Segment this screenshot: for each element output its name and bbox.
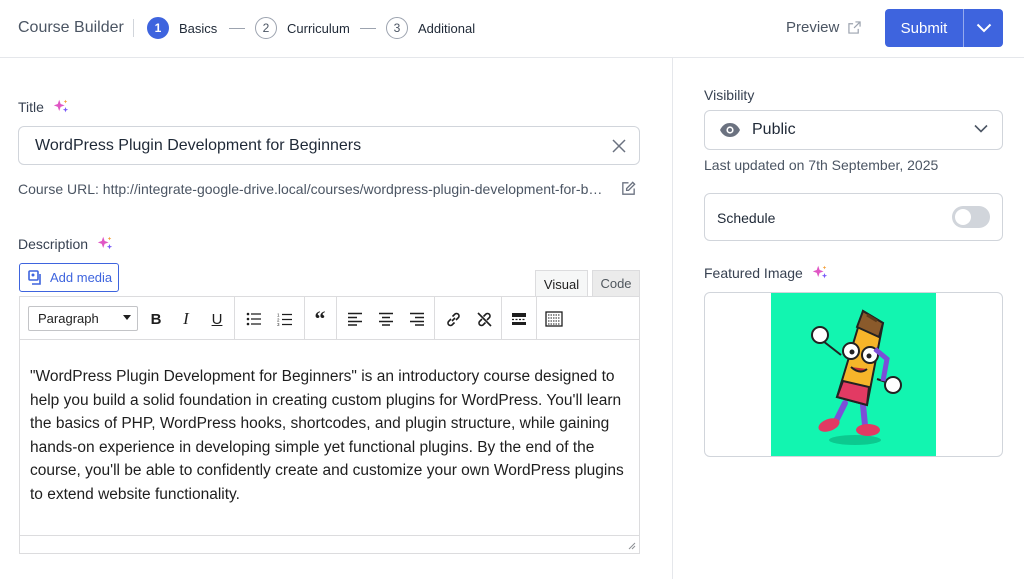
description-editor: Paragraph B I U 123 “ "WordPress Plugin … <box>19 296 640 554</box>
unlink-icon[interactable] <box>472 307 496 331</box>
featured-image-label-text: Featured Image <box>704 265 803 281</box>
blockquote-icon[interactable]: “ <box>308 306 332 331</box>
svg-text:3: 3 <box>277 322 280 326</box>
step-label: Basics <box>179 20 218 36</box>
chevron-down-icon <box>976 23 991 33</box>
step-connector <box>229 28 245 29</box>
ai-sparkle-icon[interactable] <box>811 264 829 282</box>
toolbar-separator <box>434 297 435 339</box>
align-right-icon[interactable] <box>405 307 429 331</box>
step-number: 2 <box>255 17 277 39</box>
media-icon <box>28 270 41 285</box>
visibility-value: Public <box>752 121 796 138</box>
toolbar-separator <box>304 297 305 339</box>
format-select[interactable]: Paragraph <box>28 306 138 331</box>
last-updated-text: Last updated on 7th September, 2025 <box>704 157 939 173</box>
align-center-icon[interactable] <box>374 307 398 331</box>
toggle-knob <box>955 209 971 225</box>
title-label-text: Title <box>18 99 44 115</box>
read-more-icon[interactable] <box>507 307 531 331</box>
external-link-icon <box>848 21 862 34</box>
toolbar-toggle-icon[interactable] <box>542 307 566 331</box>
schedule-toggle[interactable] <box>952 206 990 228</box>
pencil-mascot-illustration <box>811 309 902 445</box>
caret-down-icon <box>123 315 131 320</box>
toolbar-separator <box>536 297 537 339</box>
resize-handle-icon[interactable] <box>626 540 636 550</box>
title-divider <box>133 19 134 37</box>
step-curriculum[interactable]: 2 Curriculum <box>255 17 350 39</box>
underline-icon[interactable]: U <box>205 307 229 331</box>
add-media-label: Add media <box>50 270 113 285</box>
submit-options-button[interactable] <box>964 9 1003 47</box>
toolbar-separator <box>234 297 235 339</box>
top-bar: Course Builder 1 Basics 2 Curriculum 3 A… <box>0 0 1024 58</box>
ai-sparkle-icon[interactable] <box>52 98 70 116</box>
link-icon[interactable] <box>441 307 465 331</box>
tab-code[interactable]: Code <box>592 270 640 297</box>
step-connector <box>360 28 376 29</box>
ai-sparkle-icon[interactable] <box>96 235 114 253</box>
align-left-icon[interactable] <box>343 307 367 331</box>
bold-icon[interactable]: B <box>144 307 168 331</box>
featured-image-label: Featured Image <box>704 264 829 282</box>
description-label-text: Description <box>18 236 89 252</box>
description-label: Description <box>18 235 114 253</box>
title-label: Title <box>18 98 70 116</box>
description-content[interactable]: "WordPress Plugin Development for Beginn… <box>30 365 630 506</box>
tab-visual[interactable]: Visual <box>535 270 588 297</box>
format-select-value: Paragraph <box>38 311 99 326</box>
step-label: Additional <box>418 20 476 36</box>
step-number: 3 <box>386 17 408 39</box>
close-icon[interactable] <box>611 138 627 154</box>
title-input[interactable]: WordPress Plugin Development for Beginne… <box>18 126 640 165</box>
schedule-label: Schedule <box>717 210 776 226</box>
step-label: Curriculum <box>287 20 350 36</box>
panel-divider <box>672 58 673 579</box>
add-media-button[interactable]: Add media <box>19 263 119 292</box>
numbered-list-icon[interactable]: 123 <box>273 307 297 331</box>
visibility-label: Visibility <box>704 87 755 103</box>
step-basics[interactable]: 1 Basics <box>147 17 217 39</box>
featured-image <box>771 293 936 456</box>
preview-link[interactable]: Preview <box>786 19 862 36</box>
schedule-row: Schedule <box>704 193 1003 241</box>
preview-label: Preview <box>786 19 840 36</box>
featured-image-box[interactable] <box>704 292 1003 457</box>
step-number: 1 <box>147 17 169 39</box>
app-title: Course Builder <box>18 19 124 36</box>
toolbar-separator <box>336 297 337 339</box>
chevron-down-icon <box>974 124 988 133</box>
submit-button-group: Submit <box>885 9 1003 47</box>
submit-button[interactable]: Submit <box>885 9 963 47</box>
bullet-list-icon[interactable] <box>242 307 266 331</box>
editor-statusbar <box>20 535 639 553</box>
eye-icon <box>720 123 740 137</box>
toolbar-separator <box>501 297 502 339</box>
editor-toolbar: Paragraph B I U 123 “ <box>20 297 639 340</box>
italic-icon[interactable]: I <box>174 307 198 331</box>
visibility-select[interactable]: Public <box>704 110 1003 150</box>
title-input-value: WordPress Plugin Development for Beginne… <box>35 136 362 154</box>
edit-icon[interactable] <box>620 180 637 197</box>
course-url: Course URL: http://integrate-google-driv… <box>18 181 608 197</box>
step-additional[interactable]: 3 Additional <box>386 17 475 39</box>
